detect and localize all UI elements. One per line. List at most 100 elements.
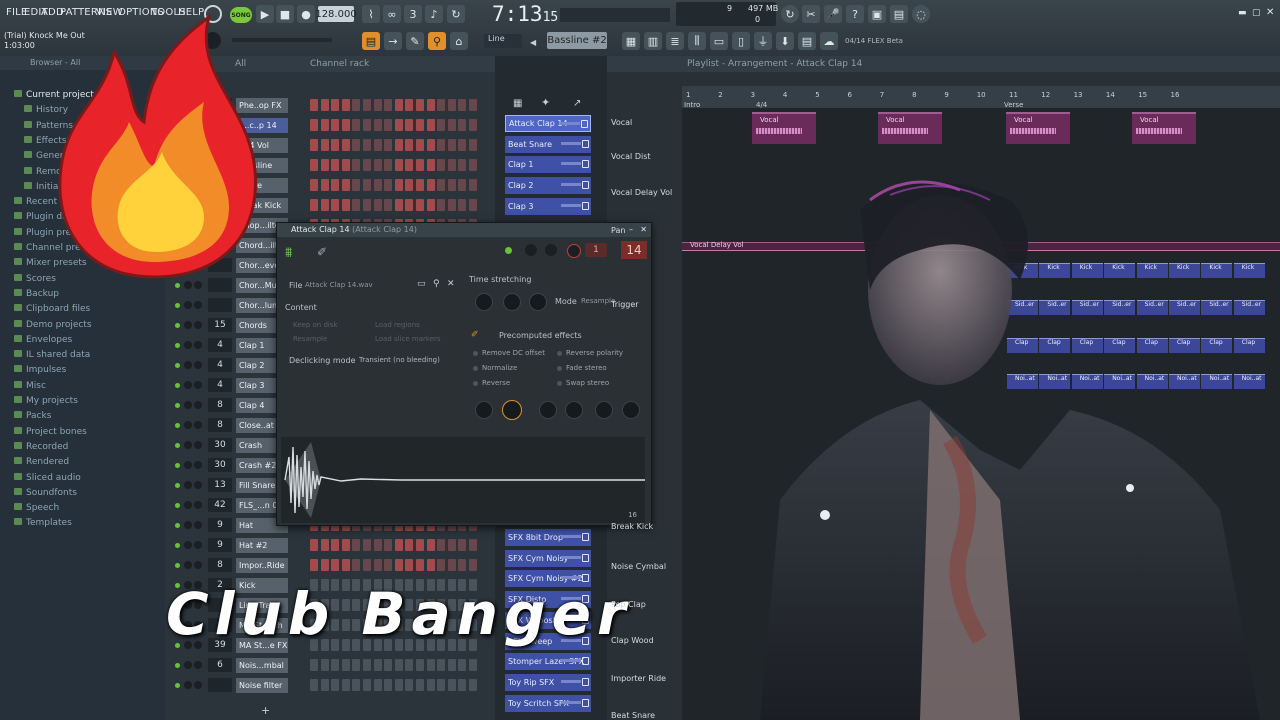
- stretch-pitch-knob[interactable]: [475, 293, 493, 311]
- track-header[interactable]: Pop Clap: [611, 600, 646, 609]
- step-button[interactable]: [341, 559, 350, 571]
- step-button[interactable]: [437, 659, 446, 671]
- crossfade-knob[interactable]: [565, 401, 583, 419]
- channel-mixer-track[interactable]: [208, 678, 232, 692]
- channel-mixer-track[interactable]: 9: [208, 538, 232, 552]
- dialog-close-icon[interactable]: ✕: [640, 223, 647, 237]
- master-volume-slider[interactable]: [560, 8, 670, 22]
- file-value[interactable]: Attack Clap 14.wav: [305, 281, 373, 289]
- channel-mixer-track[interactable]: [208, 298, 232, 312]
- channel-volume-knob[interactable]: [184, 661, 192, 669]
- step-button[interactable]: [416, 139, 424, 151]
- step-button[interactable]: [447, 559, 456, 571]
- step-button[interactable]: [331, 539, 340, 551]
- step-button[interactable]: [341, 119, 350, 131]
- channel-button[interactable]: Impor..Ride: [236, 558, 288, 573]
- step-button[interactable]: [437, 199, 446, 211]
- step-button[interactable]: [405, 139, 414, 151]
- dialog-title-bar[interactable]: Attack Clap 14 (Attack Clap 14) – ✕: [277, 223, 651, 237]
- step-button[interactable]: [405, 659, 414, 671]
- step-button[interactable]: [363, 139, 371, 151]
- step-edit-icon[interactable]: ♪: [425, 5, 443, 23]
- step-button[interactable]: [310, 559, 318, 571]
- step-button[interactable]: [310, 179, 318, 191]
- audio-picker-item[interactable]: Toy Scritch SFX: [505, 694, 591, 712]
- channel-volume-knob[interactable]: [184, 361, 192, 369]
- news-ticker[interactable]: 04/14 FLEX Beta: [845, 37, 903, 45]
- step-button[interactable]: [416, 659, 424, 671]
- channel-volume-knob[interactable]: [184, 481, 192, 489]
- picker-item-drag-icon[interactable]: [582, 657, 589, 666]
- export-icon[interactable]: ▤: [890, 5, 908, 23]
- step-button[interactable]: [458, 539, 467, 551]
- channel-led[interactable]: [175, 403, 180, 408]
- keep-on-disk-option[interactable]: Keep on disk: [293, 321, 338, 329]
- picker-item-drag-icon[interactable]: [582, 201, 589, 210]
- picker-audio-icon[interactable]: ✦: [541, 96, 550, 109]
- step-button[interactable]: [352, 559, 361, 571]
- step-button[interactable]: [320, 119, 329, 131]
- step-button[interactable]: [384, 179, 393, 191]
- step-button[interactable]: [416, 179, 424, 191]
- step-button[interactable]: [426, 119, 435, 131]
- step-button[interactable]: [373, 139, 382, 151]
- channel-pan-knob[interactable]: [194, 401, 202, 409]
- step-button[interactable]: [373, 199, 382, 211]
- picker-pattern-icon[interactable]: ▦: [513, 98, 522, 109]
- channel-volume-knob[interactable]: [184, 421, 192, 429]
- fade-in-knob[interactable]: [475, 401, 493, 419]
- microphone-icon[interactable]: 🎤: [824, 5, 842, 23]
- channel-mixer-track[interactable]: 8: [208, 558, 232, 572]
- dialog-minimize-icon[interactable]: –: [629, 223, 633, 237]
- step-button[interactable]: [458, 179, 467, 191]
- browser-item[interactable]: Templates: [14, 518, 72, 528]
- step-button[interactable]: [363, 659, 371, 671]
- step-button[interactable]: [447, 659, 456, 671]
- pattern-picker-item[interactable]: Clap 3: [505, 197, 591, 215]
- step-button[interactable]: [394, 179, 403, 191]
- step-button[interactable]: [310, 139, 318, 151]
- channel-led[interactable]: [175, 523, 180, 528]
- step-button[interactable]: [373, 679, 382, 691]
- step-button[interactable]: [384, 559, 393, 571]
- step-button[interactable]: [373, 119, 382, 131]
- step-button[interactable]: [320, 199, 329, 211]
- step-button[interactable]: [310, 199, 318, 211]
- picker-item-drag-icon[interactable]: [582, 160, 589, 169]
- pattern-picker-item[interactable]: Beat Snare: [505, 135, 591, 153]
- step-button[interactable]: [341, 199, 350, 211]
- step-button[interactable]: [352, 679, 361, 691]
- channel-number-display[interactable]: 14: [621, 241, 647, 259]
- step-button[interactable]: [405, 119, 414, 131]
- step-button[interactable]: [469, 559, 477, 571]
- step-button[interactable]: [458, 159, 467, 171]
- pattern-picker-item[interactable]: Clap 2: [505, 177, 591, 195]
- channel-mixer-track[interactable]: 9: [208, 518, 232, 532]
- browser-item[interactable]: My projects: [14, 396, 78, 406]
- step-button[interactable]: [352, 139, 361, 151]
- step-button[interactable]: [405, 179, 414, 191]
- picker-item-drag-icon[interactable]: [582, 139, 589, 148]
- step-button[interactable]: [447, 159, 456, 171]
- channel-led[interactable]: [175, 483, 180, 488]
- add-channel-button[interactable]: +: [261, 704, 270, 717]
- step-button[interactable]: [320, 159, 329, 171]
- minimize-icon[interactable]: ▬: [1238, 8, 1247, 18]
- channel-pan-knob[interactable]: [194, 321, 202, 329]
- step-button[interactable]: [352, 99, 361, 111]
- track-header[interactable]: Beat Snare: [611, 711, 655, 720]
- effect-toggle[interactable]: Reverse polarity: [557, 349, 623, 357]
- channel-mixer-track[interactable]: 8: [208, 418, 232, 432]
- channel-volume-knob[interactable]: [184, 341, 192, 349]
- playlist-icon[interactable]: ▦: [622, 32, 640, 50]
- channel-led[interactable]: [175, 543, 180, 548]
- track-header[interactable]: Trigger: [611, 300, 639, 309]
- step-button[interactable]: [426, 159, 435, 171]
- pattern-selector[interactable]: Bassline #2: [547, 32, 607, 49]
- click-knob[interactable]: [622, 401, 640, 419]
- step-button[interactable]: [363, 539, 371, 551]
- step-button[interactable]: [320, 179, 329, 191]
- volume-knob[interactable]: [525, 244, 537, 256]
- step-button[interactable]: [331, 99, 340, 111]
- channel-volume-knob[interactable]: [184, 561, 192, 569]
